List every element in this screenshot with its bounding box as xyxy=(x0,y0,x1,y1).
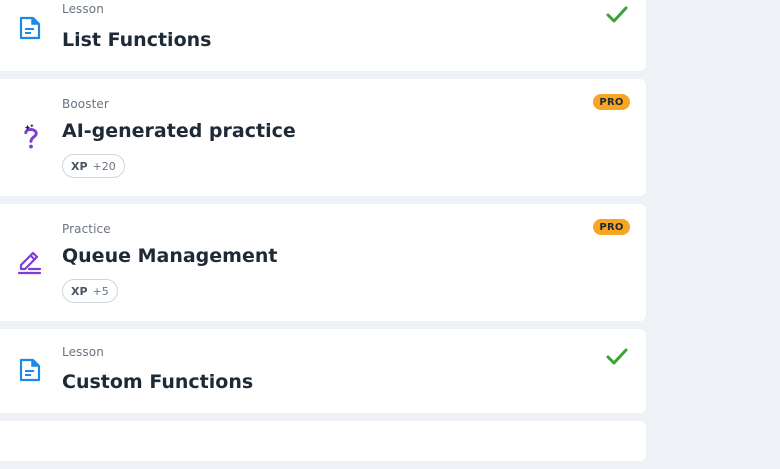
xp-label: XP xyxy=(71,159,88,173)
list-item-partial[interactable] xyxy=(0,421,646,461)
document-lesson-icon xyxy=(19,358,41,382)
list-item-queue-management[interactable]: Practice PRO Queue Management XP +5 xyxy=(0,204,646,321)
list-item-ai-generated-practice[interactable]: Booster PRO AI-generated practice XP +20 xyxy=(0,79,646,196)
xp-reward-pill: XP +20 xyxy=(62,154,125,178)
item-kind: Lesson xyxy=(62,345,104,359)
xp-value: +5 xyxy=(92,284,109,298)
pro-badge: PRO xyxy=(593,219,630,235)
lesson-list: Lesson List Functions Booster PRO AI-gen… xyxy=(0,0,646,469)
item-kind: Booster xyxy=(62,97,109,111)
list-item-list-functions[interactable]: Lesson List Functions xyxy=(0,0,646,71)
check-icon xyxy=(606,6,628,23)
pro-badge: PRO xyxy=(593,94,630,110)
item-title: Queue Management xyxy=(62,245,278,267)
item-kind: Lesson xyxy=(62,2,104,16)
item-title: Custom Functions xyxy=(62,371,254,393)
item-title: List Functions xyxy=(62,29,212,51)
xp-value: +20 xyxy=(92,159,116,173)
list-item-custom-functions[interactable]: Lesson Custom Functions xyxy=(0,329,646,413)
pencil-edit-icon xyxy=(17,251,42,275)
document-lesson-icon xyxy=(19,16,41,40)
item-kind: Practice xyxy=(62,222,111,236)
question-mark-sparkle-icon xyxy=(24,124,38,149)
item-title: AI-generated practice xyxy=(62,120,296,142)
check-icon xyxy=(606,348,628,365)
xp-reward-pill: XP +5 xyxy=(62,279,118,303)
xp-label: XP xyxy=(71,284,88,298)
